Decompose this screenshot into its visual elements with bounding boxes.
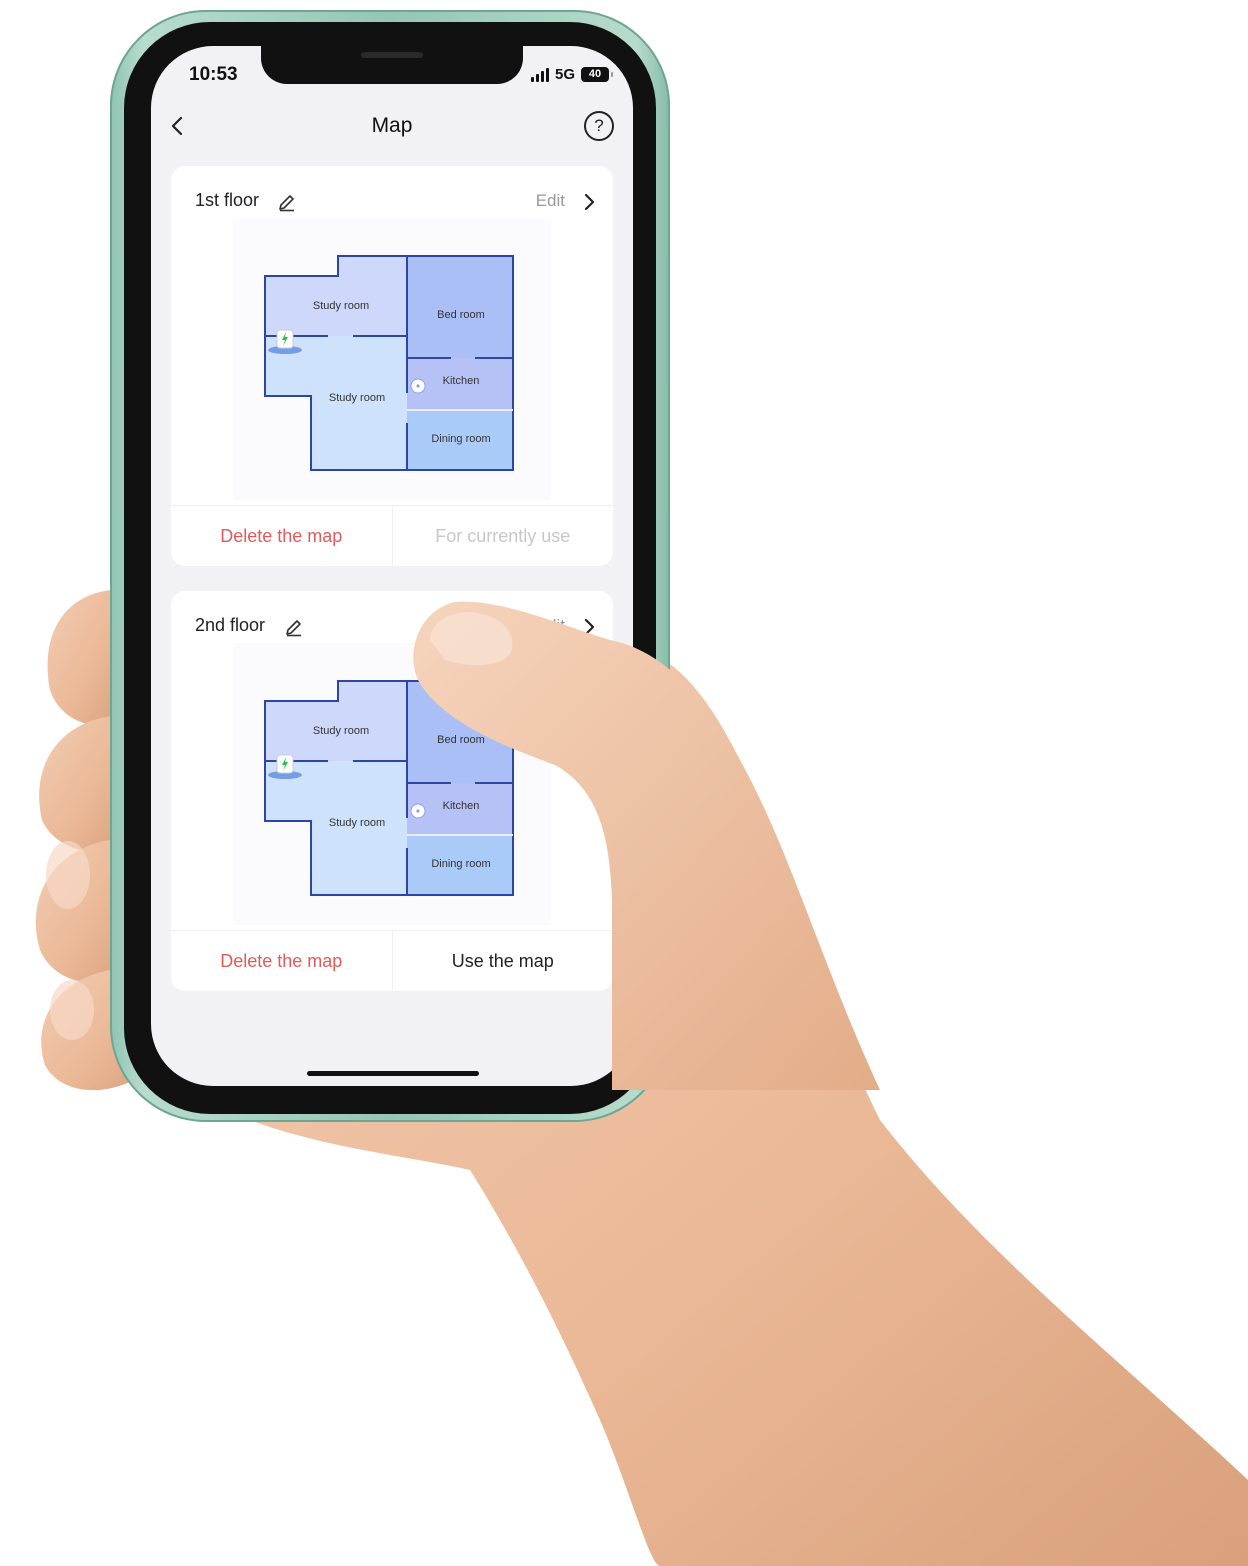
thumb-image — [413, 601, 880, 1090]
